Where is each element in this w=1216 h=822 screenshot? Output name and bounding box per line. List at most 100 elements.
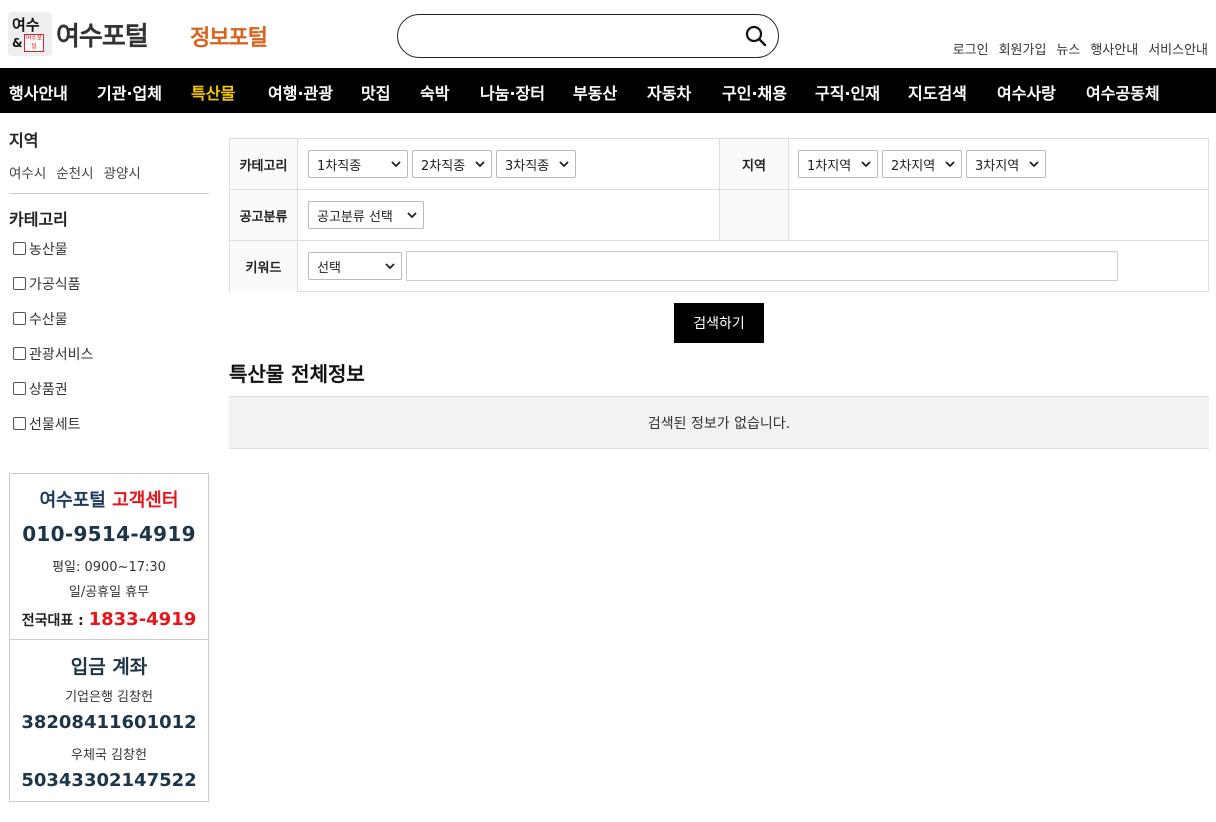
empty-label-cell [720,190,789,240]
chevron-down-icon [385,263,395,270]
header: 여수 & 여수포털 여수포털 정보포털 로그인 회원가입 뉴스 행사안내 서비스… [0,0,1216,68]
chevron-down-icon [1029,161,1039,168]
checkbox[interactable] [13,382,26,395]
nav-item-market[interactable]: 나눔·장터 [480,80,545,104]
region-select-3[interactable]: 3차지역 [966,150,1046,178]
category-item-gift-set[interactable]: 선물세트 [9,414,93,449]
chevron-down-icon [559,161,569,168]
category-label: 농산물 [29,242,68,258]
nav-item-map[interactable]: 지도검색 [908,80,967,104]
keyword-input[interactable] [406,251,1118,281]
nav-item-events[interactable]: 행사안내 [9,80,68,104]
category-select-2[interactable]: 2차직종 [412,150,492,178]
customer-center-title: 여수포털 고객센터 [10,486,208,512]
news-link[interactable]: 뉴스 [1056,39,1080,58]
account2-number: 50343302147522 [21,770,197,791]
region-select-1[interactable]: 1차지역 [798,150,878,178]
chevron-down-icon [475,161,485,168]
main-nav: 행사안내 기관·업체 특산물 여행·관광 맛집 숙박 나눔·장터 부동산 자동차… [0,68,1216,113]
search-icon[interactable] [744,24,768,48]
filter-row-category: 카테고리 1차직종 2차직종 3차직종 지역 1차지역 2차지역 3차지역 [230,139,1208,190]
region-links: 여수시 순천시 광양시 [9,162,141,182]
customer-center-box: 여수포털 고객센터 010-9514-4919 평일: 0900~17:30 일… [9,473,209,802]
checkbox[interactable] [13,242,26,255]
select-value: 선택 [317,260,341,276]
customer-center-phone: 010-9514-4919 [22,522,196,546]
select-value: 1차직종 [317,158,362,174]
site-logo[interactable]: 여수 & 여수포털 여수포털 [8,12,149,56]
category-label: 수산물 [29,312,68,328]
category-select-1[interactable]: 1차직종 [308,150,408,178]
section-title: 특산물 전체정보 [229,362,365,386]
utility-links: 로그인 회원가입 뉴스 행사안내 서비스안내 [953,39,1208,58]
nav-item-talent[interactable]: 구직·인재 [815,80,880,104]
checkbox[interactable] [13,277,26,290]
search-box [397,14,779,58]
category-label: 가공식품 [29,277,81,293]
nav-item-cars[interactable]: 자동차 [647,80,691,104]
nav-item-yeosu-love[interactable]: 여수사랑 [997,80,1056,104]
service-guide-link[interactable]: 서비스안내 [1148,39,1208,58]
nav-item-organizations[interactable]: 기관·업체 [97,80,162,104]
category-label: 선물세트 [29,417,81,433]
notice-select[interactable]: 공고분류 선택 [308,201,424,229]
chevron-down-icon [861,161,871,168]
signup-link[interactable]: 회원가입 [999,39,1047,58]
select-value: 3차직종 [505,158,550,174]
account-title: 입금 계좌 [70,656,148,678]
logo-badge: 여수 & 여수포털 [8,12,52,56]
region-select-2[interactable]: 2차지역 [882,150,962,178]
filter-row-notice: 공고분류 공고분류 선택 [230,190,1208,241]
filter-row-keyword: 키워드 선택 [230,241,1208,292]
events-link[interactable]: 행사안내 [1090,39,1138,58]
customer-center-title-red: 고객센터 [112,490,179,511]
checkbox[interactable] [13,347,26,360]
logo-badge-text: 여수 [12,16,40,34]
nav-item-travel[interactable]: 여행·관광 [268,80,333,104]
category-item-tourism-service[interactable]: 관광서비스 [9,344,93,379]
region-label: 지역 [720,139,789,189]
chevron-down-icon [407,212,417,219]
region-link-gwangyang[interactable]: 광양시 [104,162,141,182]
divider [10,639,208,640]
category-item-gift-certificate[interactable]: 상품권 [9,379,93,414]
keyword-label: 키워드 [230,241,298,292]
select-value: 3차지역 [975,158,1020,174]
search-filter-table: 카테고리 1차직종 2차직종 3차직종 지역 1차지역 2차지역 3차지역 공고… [229,138,1209,292]
category-item-processed-food[interactable]: 가공식품 [9,274,93,309]
account2-bank: 우체국 김창헌 [71,748,147,763]
region-link-yeosu[interactable]: 여수시 [9,162,46,182]
nav-item-jobs[interactable]: 구인·채용 [722,80,787,104]
customer-center-holiday: 일/공휴일 휴무 [68,585,150,600]
search-button[interactable]: 검색하기 [674,303,764,343]
category-label: 카테고리 [230,139,298,189]
divider [9,193,209,194]
category-label: 관광서비스 [29,347,94,363]
category-label: 상품권 [29,382,68,398]
select-value: 공고분류 선택 [317,209,393,225]
logo-text: 여수포털 [56,21,149,52]
search-input[interactable] [416,23,736,49]
login-link[interactable]: 로그인 [953,39,989,58]
select-value: 2차지역 [891,158,936,174]
checkbox[interactable] [13,312,26,325]
category-item-seafood[interactable]: 수산물 [9,309,93,344]
chevron-down-icon [945,161,955,168]
account1-number: 38208411601012 [21,712,197,733]
customer-center-title-main: 여수포털 [39,490,106,511]
checkbox[interactable] [13,417,26,430]
region-link-suncheon[interactable]: 순천시 [56,162,93,182]
nav-item-specialties[interactable]: 특산물 [191,80,235,104]
national-number-value: 1833-4919 [88,609,197,630]
logo-badge-amp: & [12,36,23,50]
keyword-type-select[interactable]: 선택 [308,252,402,280]
nav-item-community[interactable]: 여수공동체 [1086,80,1160,104]
chevron-down-icon [391,161,401,168]
category-select-3[interactable]: 3차직종 [496,150,576,178]
portal-title[interactable]: 정보포털 [190,20,268,52]
category-item-agriculture[interactable]: 농산물 [9,239,93,274]
nav-item-restaurants[interactable]: 맛집 [361,80,390,104]
empty-results-message: 검색된 정보가 없습니다. [229,396,1209,449]
nav-item-lodging[interactable]: 숙박 [420,80,449,104]
nav-item-real-estate[interactable]: 부동산 [573,80,617,104]
